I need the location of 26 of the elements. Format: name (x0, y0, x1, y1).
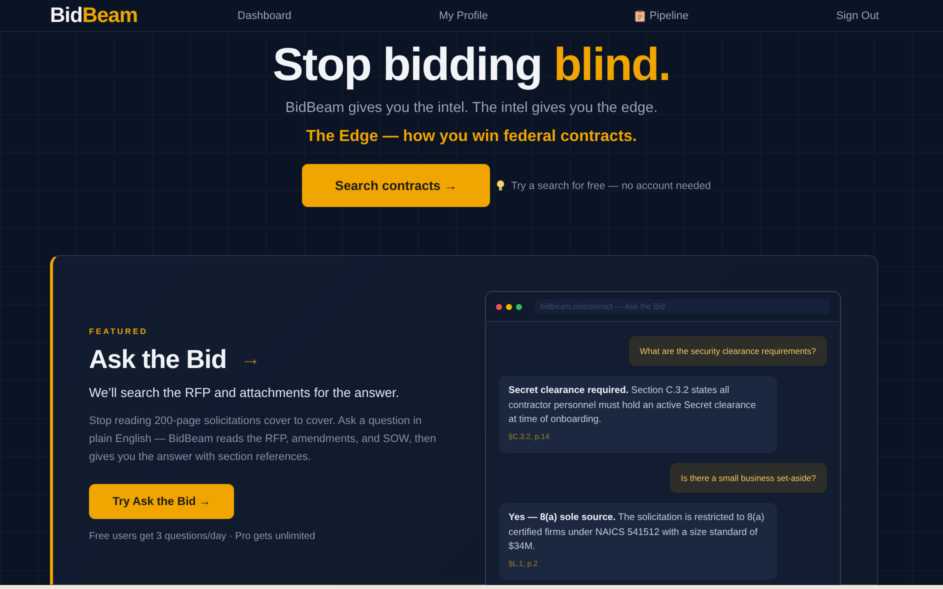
maximize-dot-icon (516, 304, 522, 310)
answer-text: Secret clearance required. Section C.3.2 states all contractor personnel must hold an active Secret clearance at time of onboarding. (508, 384, 757, 427)
close-dot-icon (496, 304, 502, 310)
tagline: The Edge — how you win federal contracts. (306, 128, 637, 146)
feature-lead: We’ll search the RFP and attachments for the answer. (89, 385, 400, 400)
nav-link[interactable]: Pipeline (635, 10, 689, 22)
nav-link[interactable]: Sign Out (836, 10, 879, 22)
logo[interactable]: BidBeam (50, 4, 138, 28)
feature-title: Ask the Bid (89, 344, 227, 375)
clipboard-icon (635, 10, 646, 22)
minimize-dot-icon (506, 304, 512, 310)
usage-note: Free users get 3 questions/day · Pro gets unlimited (89, 531, 316, 542)
eyebrow-label: FEATURED (89, 327, 149, 336)
nav-link[interactable]: Dashboard (238, 10, 292, 22)
headline: Stop bidding blind. (272, 37, 670, 92)
try-ask-button[interactable]: Try Ask the Bid → (89, 484, 234, 519)
subtitle: BidBeam gives you the intel. The intel gives you the edge. (285, 100, 658, 116)
question-bubble: What are the security clearance requirements? (628, 336, 827, 366)
answer-text: Yes — 8(a) sole source. The solicitation is restricted to 8(a) certified firms under NAICS 541512 with a size standard of $34M. (508, 511, 766, 554)
arrow-icon: → (240, 348, 261, 371)
nav-link[interactable]: My Profile (438, 10, 488, 22)
search-contracts-button[interactable]: Search contracts → (302, 164, 490, 207)
hint-text: Try a search for free — no account needed (511, 180, 711, 192)
lightbulb-icon (496, 180, 506, 191)
question-bubble: Is there a small business set-aside? (670, 463, 827, 493)
feature-description: Stop reading 200-page solicitations cover to cover. Ask a question in plain English — BidBeam reads the RFP, amendments, and SOW, then gives you the answer with section references. (89, 414, 438, 465)
